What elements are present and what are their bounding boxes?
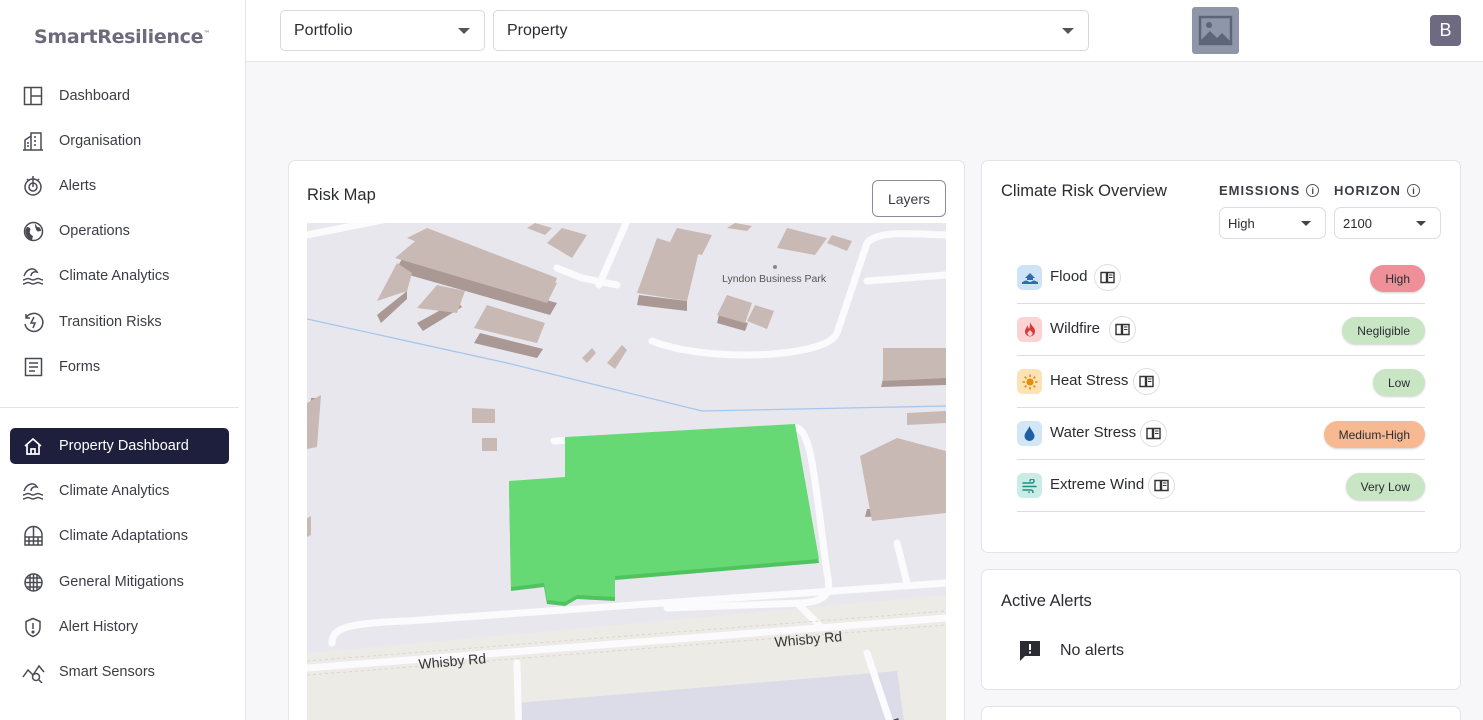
sidebar-item-label: General Mitigations [59,574,184,590]
sun-icon [1017,369,1042,394]
sidebar-item-label: Operations [59,223,130,239]
chevron-down-icon [458,28,470,34]
sidebar-item-climate-analytics-property[interactable]: Climate Analytics [10,473,229,509]
sidebar-item-dashboard[interactable]: Dashboard [10,78,229,114]
property-select[interactable]: Property [493,10,1089,51]
hazard-name: Flood [1050,268,1088,285]
sidebar-item-label: Transition Risks [59,314,162,330]
next-card [981,706,1461,720]
alert-message-icon [1018,640,1042,667]
portfolio-select-value: Portfolio [294,21,353,39]
layers-button[interactable]: Layers [872,180,946,217]
dashboard-grid-icon [20,85,46,107]
flood-icon [1017,265,1042,290]
sidebar-item-label: Climate Analytics [59,483,170,499]
sidebar-item-climate-analytics[interactable]: Climate Analytics [10,258,229,294]
sidebar: SmartResilience™ Dashboard Organisation … [0,0,246,720]
waves-icon [20,265,46,287]
sidebar-item-operations[interactable]: Operations [10,213,229,249]
sidebar-item-climate-adaptations[interactable]: Climate Adaptations [10,518,229,554]
hazard-row-water-stress[interactable]: Water Stress Medium-High [1017,408,1425,460]
sidebar-item-label: Forms [59,359,101,375]
hazard-row-extreme-wind[interactable]: Extreme Wind Very Low [1017,460,1425,512]
hazard-name: Extreme Wind [1050,476,1145,493]
info-icon[interactable]: i [1306,184,1320,197]
emissions-select[interactable]: High [1219,207,1326,239]
sidebar-item-label: Smart Sensors [59,664,155,680]
hazard-row-heat-stress[interactable]: Heat Stress Low [1017,356,1425,408]
sidebar-item-property-dashboard[interactable]: Property Dashboard [10,428,229,464]
risk-level-badge: Low [1372,369,1425,396]
risk-level-badge: High [1370,265,1425,292]
sidebar-item-label: Dashboard [59,88,130,104]
sidebar-item-forms[interactable]: Forms [10,349,229,385]
risk-level-badge: Very Low [1345,473,1425,500]
sensor-chart-icon [20,661,46,683]
chevron-down-icon [1416,221,1426,226]
property-select-value: Property [507,21,568,39]
book-icon[interactable] [1094,264,1121,291]
top-bar: Portfolio Property [246,0,1483,62]
building-icon [20,130,46,152]
fire-icon [1017,317,1042,342]
horizon-select[interactable]: 2100 [1334,207,1441,239]
horizon-label: HORIZON i [1334,183,1420,198]
sidebar-item-alerts[interactable]: Alerts [10,168,229,204]
sidebar-item-label: Organisation [59,133,142,149]
emissions-select-value: High [1228,215,1255,231]
globe-grid-icon [20,571,46,593]
sidebar-divider [0,407,239,408]
sidebar-item-label: Climate Analytics [59,268,170,284]
no-alerts-message: No alerts [1060,642,1125,659]
chevron-down-icon [1301,221,1311,226]
water-drop-icon [1017,421,1042,446]
book-icon[interactable] [1148,472,1175,499]
portfolio-select[interactable]: Portfolio [280,10,485,51]
sidebar-item-label: Alerts [59,178,97,194]
sidebar-item-label: Alert History [59,619,138,635]
hazard-row-flood[interactable]: Flood High [1017,252,1425,304]
sidebar-item-transition-risks[interactable]: Transition Risks [10,304,229,340]
chevron-down-icon [1062,28,1074,34]
shelter-icon [20,525,46,547]
climate-risk-overview-card: Climate Risk Overview EMISSIONS i HORIZO… [981,160,1461,553]
sidebar-item-organisation[interactable]: Organisation [10,123,229,159]
emissions-label: EMISSIONS i [1219,183,1320,198]
wind-icon [1017,473,1042,498]
horizon-select-value: 2100 [1343,215,1372,231]
waves-icon [20,480,46,502]
sidebar-item-label: Climate Adaptations [59,528,188,544]
hazard-name: Heat Stress [1050,372,1129,389]
home-icon [20,435,46,457]
risk-level-badge: Medium-High [1323,421,1425,448]
image-placeholder-icon [1192,7,1239,54]
active-alerts-card: Active Alerts No alerts [981,569,1461,690]
globe-icon [20,220,46,242]
form-icon [20,356,46,378]
map-canvas: Lyndon Business Park Whisby Rd Whisby Rd… [307,223,946,720]
sidebar-item-alert-history[interactable]: Alert History [10,609,229,645]
risk-level-badge: Negligible [1342,317,1425,344]
shield-alert-icon [20,616,46,638]
map-label-business-park: Lyndon Business Park [722,273,827,285]
app-logo[interactable]: SmartResilience™ [34,26,210,48]
hazard-row-wildfire[interactable]: Wildfire Negligible [1017,304,1425,356]
book-icon[interactable] [1133,368,1160,395]
sidebar-item-smart-sensors[interactable]: Smart Sensors [10,654,229,690]
book-icon[interactable] [1109,316,1136,343]
transition-icon [20,311,46,333]
hazard-name: Wildfire [1050,320,1101,337]
sidebar-item-label: Property Dashboard [59,438,189,454]
hazard-name: Water Stress [1050,424,1137,441]
book-icon[interactable] [1140,420,1167,447]
user-avatar[interactable]: B [1430,15,1461,46]
risk-map-card: Risk Map Layers Lyndon Business Park Whi… [288,160,965,720]
sidebar-item-general-mitigations[interactable]: General Mitigations [10,564,229,600]
active-alerts-title: Active Alerts [1001,592,1092,610]
alert-signal-icon [20,175,46,197]
info-icon[interactable]: i [1406,184,1420,197]
risk-map-title: Risk Map [307,186,376,204]
climate-risk-title: Climate Risk Overview [1001,182,1167,200]
risk-map[interactable]: Lyndon Business Park Whisby Rd Whisby Rd… [307,223,946,720]
